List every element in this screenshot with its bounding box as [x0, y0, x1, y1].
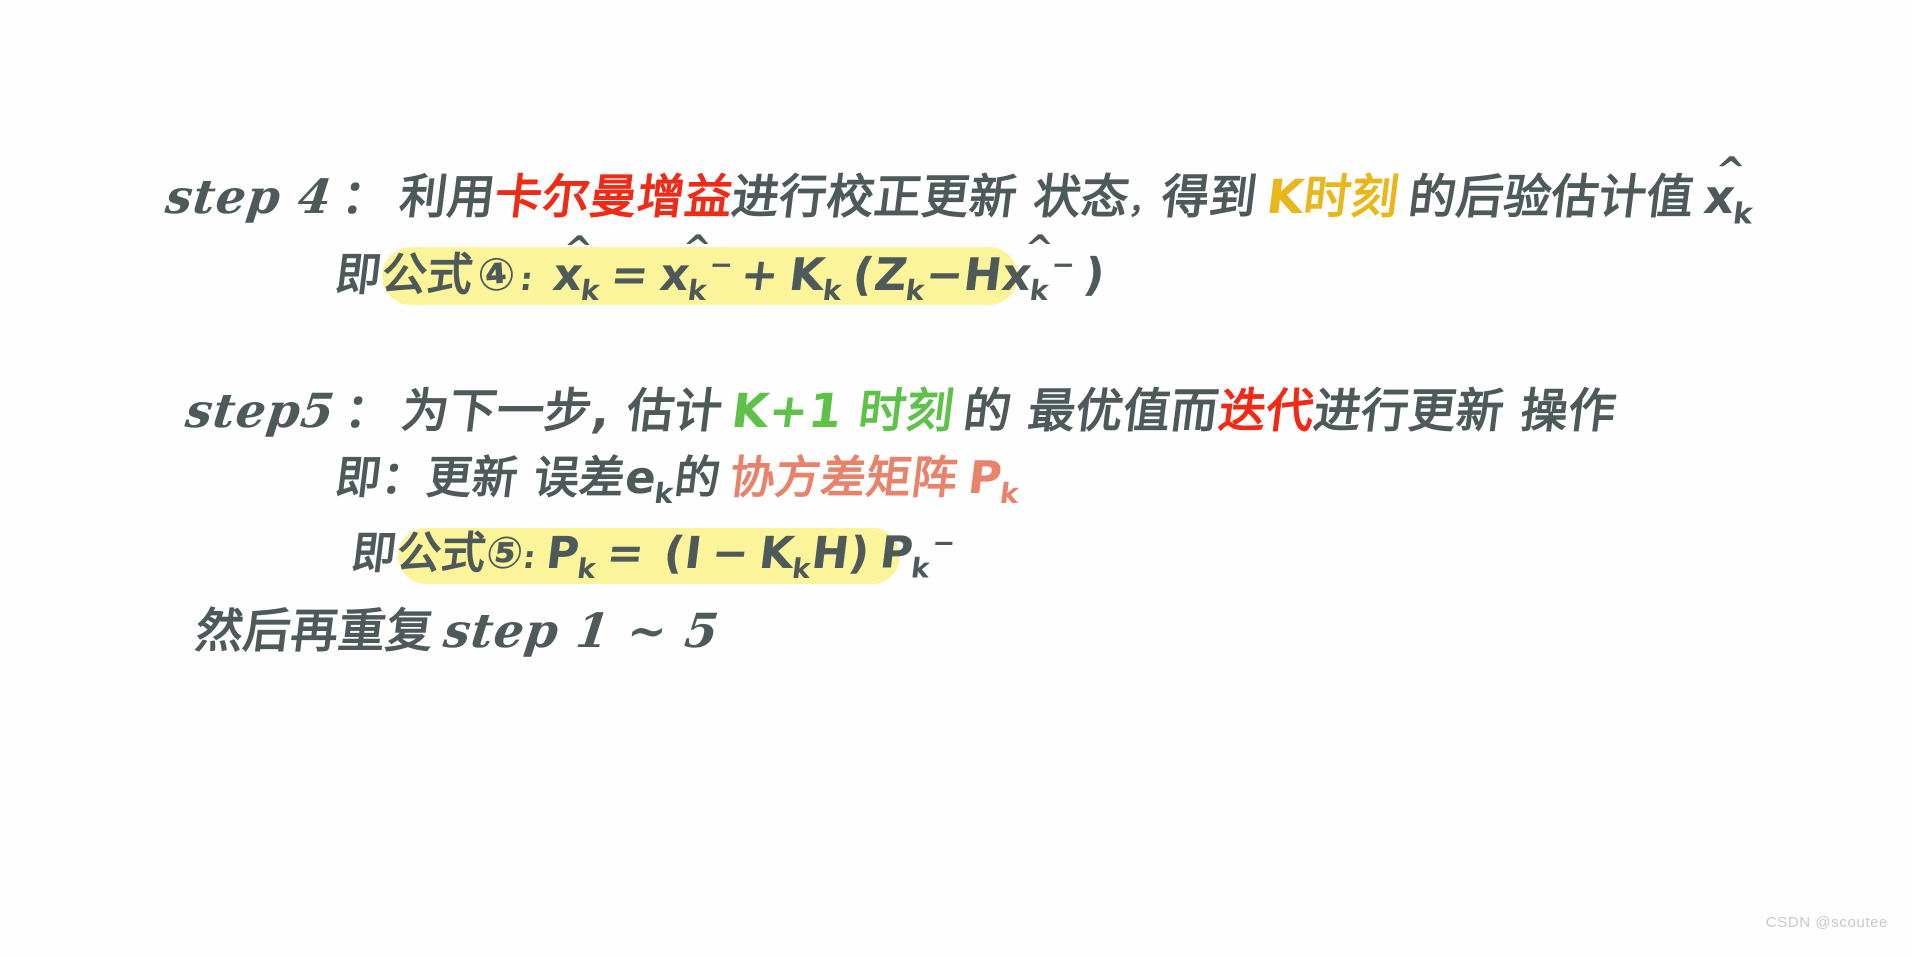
step4-result-symbol: ^ xk	[1701, 149, 1758, 231]
handwritten-note-canvas: step 4 ： 利用 卡尔曼增益 进行校正更新 状态 ， 得到 K时刻 的后验…	[0, 0, 1912, 957]
watermark: CSDN @scoutee	[1765, 914, 1888, 931]
formula5-gain: Kk	[756, 528, 815, 585]
formula4-gain: Kk	[786, 248, 846, 307]
formula4-prior: ^ xk−	[999, 228, 1078, 307]
symbol-superscript: −	[707, 248, 735, 281]
symbol-subscript: k	[575, 553, 598, 585]
formula5-colon: :	[521, 539, 539, 576]
formula4-prefix: 即	[332, 248, 385, 301]
formula4-number: ④	[475, 246, 518, 303]
step4-colon: ：	[338, 170, 393, 225]
formula4-label: 公式	[378, 248, 476, 301]
symbol-subscript: k	[652, 477, 676, 510]
formula5-rhs: Pk−	[877, 528, 958, 585]
closing-text-cn: 然后再重复	[192, 604, 437, 659]
formula4-measurement: Zk	[871, 248, 929, 307]
formula5-close-paren: )	[846, 527, 874, 579]
formula4-minus: −	[922, 248, 968, 301]
formula4-plus: +	[737, 248, 783, 301]
step5-text-2: 的 最优值而	[960, 384, 1222, 439]
symbol-subscript: k	[821, 274, 844, 307]
step5-salmon-term: 协方差矩阵	[727, 451, 962, 504]
formula5-line: 即 公式 ⑤ : Pk = ( I − Kk H ) Pk−	[348, 527, 958, 585]
formula5-minus: −	[708, 527, 753, 579]
formula5-observation-matrix: H	[808, 527, 853, 579]
step4-text-after-red: 进行校正更新 状态	[728, 170, 1133, 225]
symbol-subscript: k	[685, 274, 709, 307]
step5-label: step5	[182, 384, 339, 439]
formula5-lhs: Pk	[543, 528, 600, 585]
step4-red-term: 卡尔曼增益	[491, 170, 736, 225]
formula4-lhs: ^ xk	[550, 229, 605, 307]
formula4-colon: :	[518, 262, 536, 298]
symbol-superscript: −	[1050, 248, 1078, 281]
formula4-term1: ^ xk−	[656, 228, 735, 307]
step4-text-before-red: 利用	[396, 170, 498, 225]
formula5-equals: =	[603, 527, 648, 579]
symbol-subscript: k	[1028, 274, 1051, 307]
step5-red-term: 迭代	[1215, 384, 1317, 439]
hat-accent-icon: ^	[1021, 227, 1057, 269]
step5-covariance-symbol: Pk	[965, 451, 1024, 510]
formula5-number: ⑤	[482, 527, 527, 579]
formula4-line: 即 公式 ④ : ^ xk = ^ xk− + Kk ( Zk − H ^ xk…	[332, 228, 1109, 307]
step4-line: step 4 ： 利用 卡尔曼增益 进行校正更新 状态 ， 得到 K时刻 的后验…	[162, 149, 1755, 230]
formula4-close-paren: )	[1080, 248, 1109, 301]
step5-detail-prefix: 即：更新 误差	[332, 451, 629, 504]
hat-accent-icon: ^	[1712, 148, 1749, 192]
step4-text-after-yellow: 的后验估计值	[1405, 170, 1698, 225]
formula5-prefix: 即	[348, 527, 400, 579]
step5-text-3: 进行更新 操作	[1310, 384, 1619, 439]
step4-label: step 4	[162, 170, 336, 225]
formula5-label: 公式	[393, 527, 489, 579]
step4-comma: ，	[1126, 182, 1165, 221]
step5-green-term: K+1 时刻	[728, 384, 958, 439]
formula4-observation-matrix: H	[961, 248, 1006, 301]
step5-colon: ：	[341, 384, 396, 439]
symbol-subscript: k	[997, 477, 1021, 510]
step5-text-1: 为下一步, 估计	[398, 384, 726, 439]
closing-line: 然后再重复 step 1 ~ 5	[192, 604, 722, 659]
formula4-equals: =	[608, 248, 653, 301]
hat-accent-icon: ^	[560, 228, 596, 270]
step5-detail-middle: 的	[671, 451, 724, 504]
step5-line: step5 ： 为下一步, 估计 K+1 时刻 的 最优值而 迭代 进行更新 操…	[182, 384, 1619, 439]
symbol-superscript: −	[930, 528, 958, 559]
hat-accent-icon: ^	[679, 227, 714, 269]
symbol-subscript: k	[909, 553, 932, 585]
step4-yellow-term: K时刻	[1263, 170, 1403, 225]
closing-text-latin: step 1 ~ 5	[440, 604, 722, 659]
step5-error-symbol: ek	[622, 451, 678, 510]
step4-text-before-yellow: 得到	[1158, 170, 1261, 225]
symbol-subscript: k	[579, 274, 602, 307]
symbol-subscript: k	[1731, 196, 1755, 231]
step5-detail-line: 即：更新 误差 ek 的 协方差矩阵 Pk	[332, 451, 1021, 510]
